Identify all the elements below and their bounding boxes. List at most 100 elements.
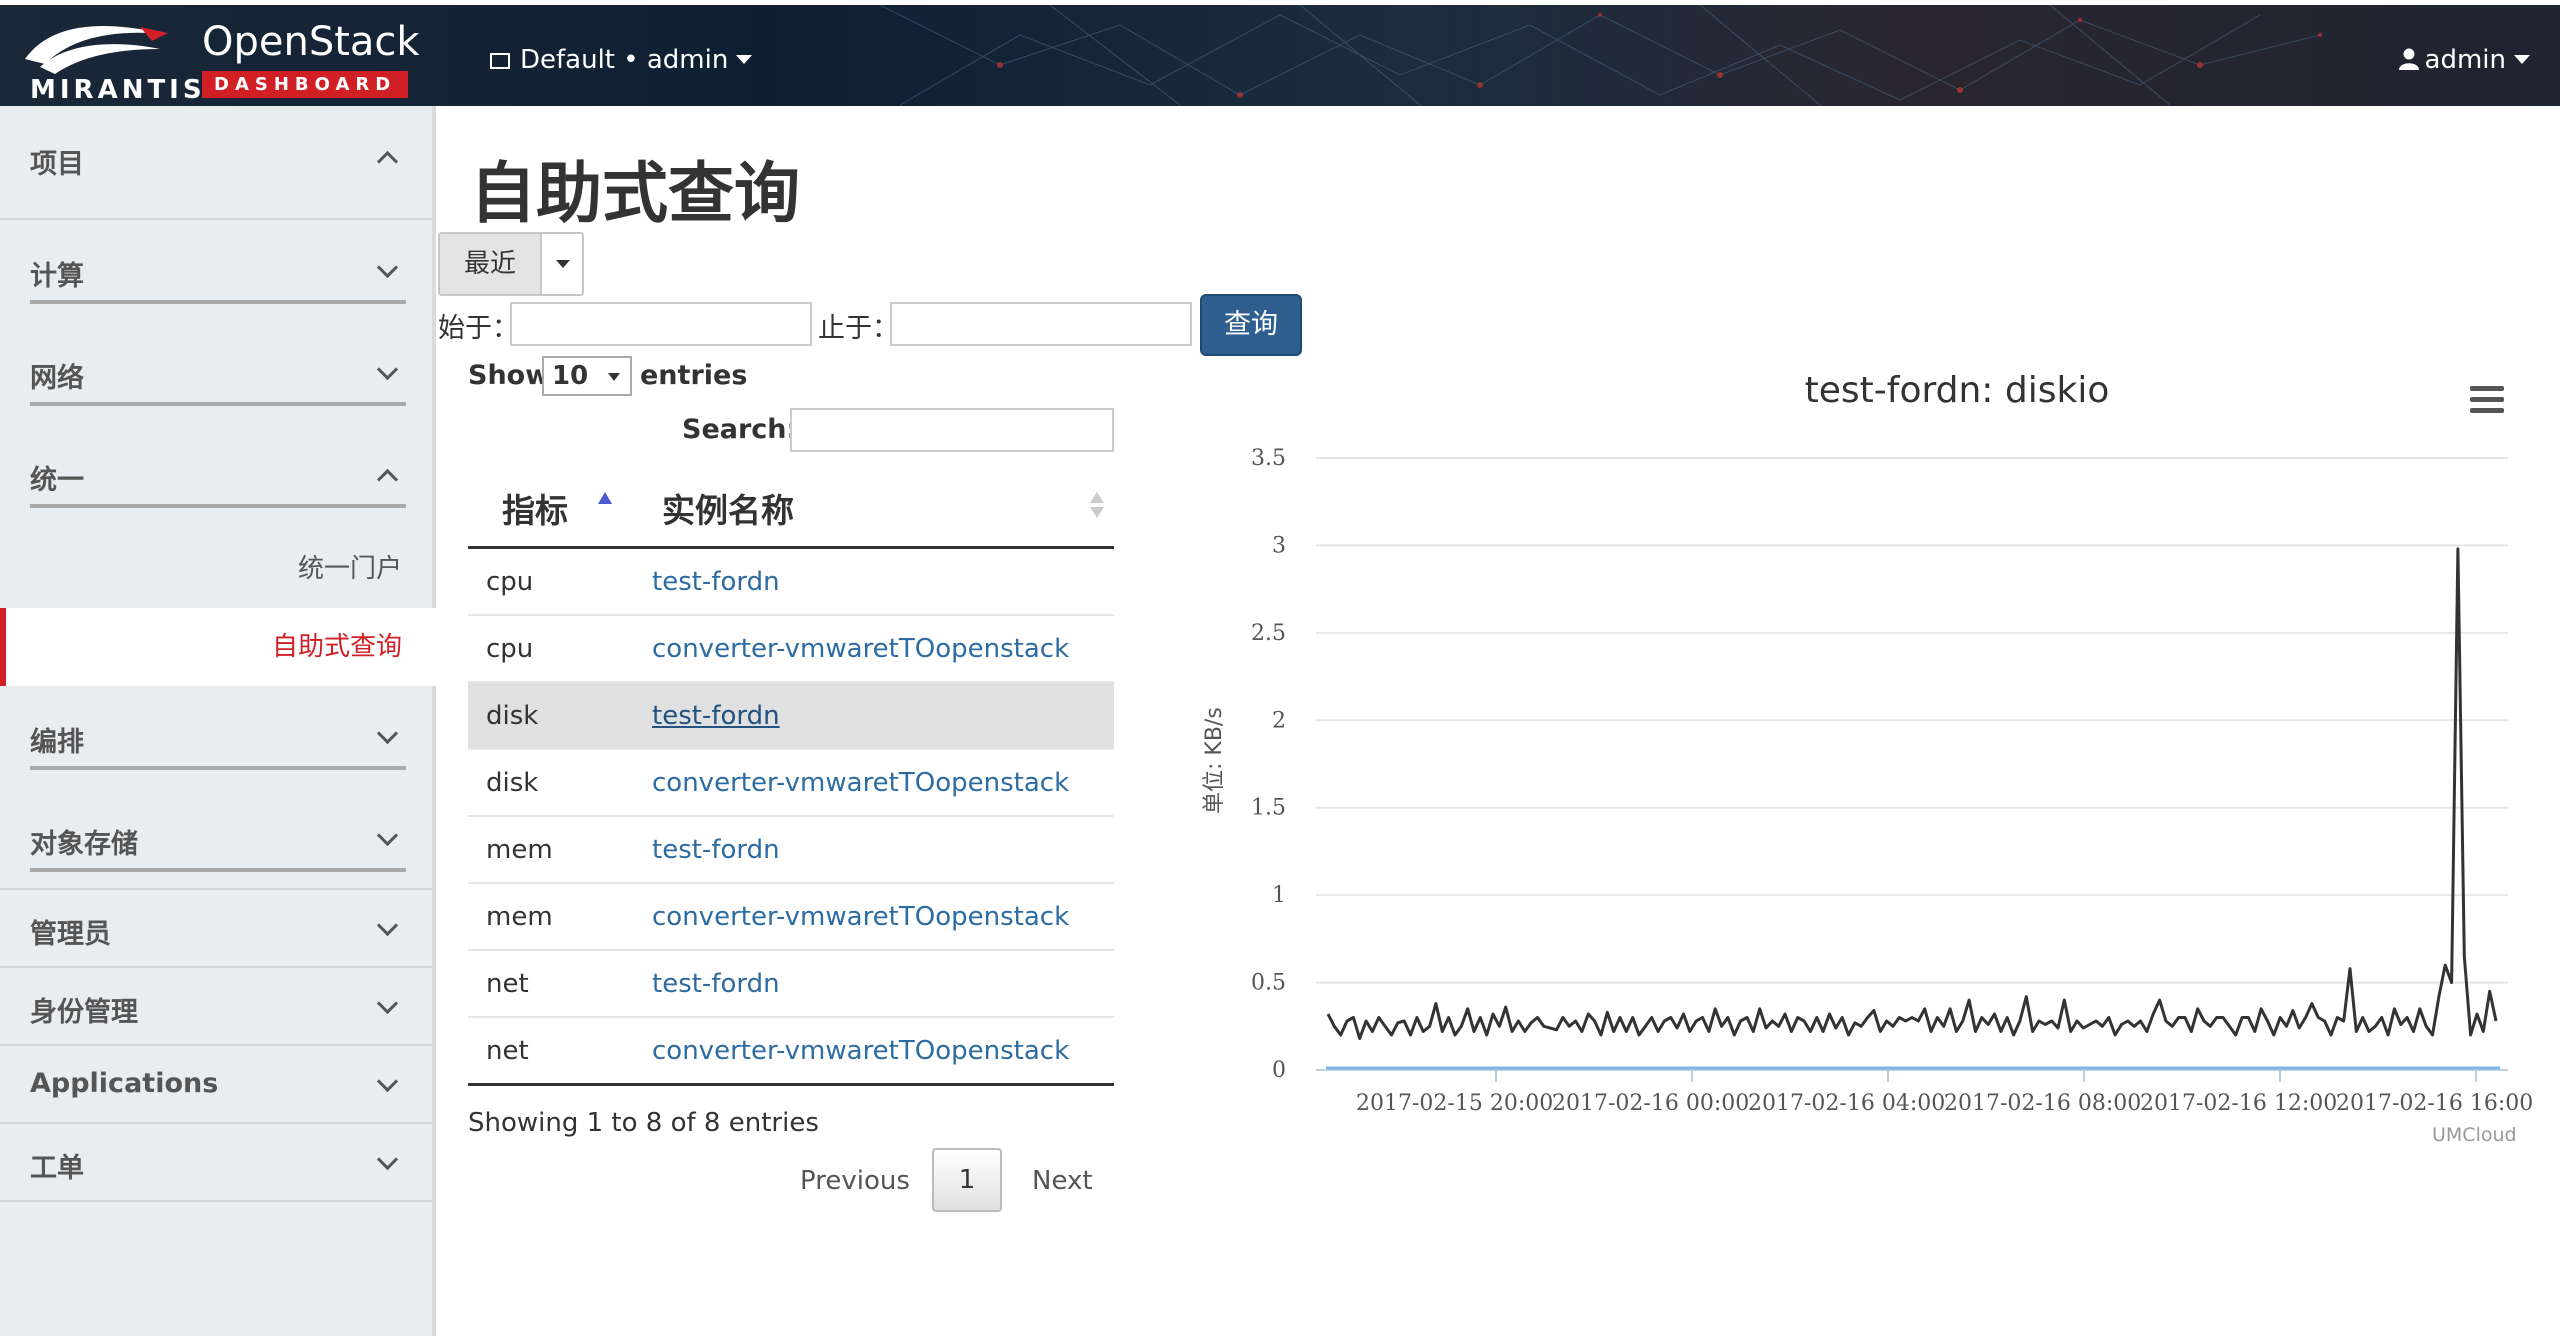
cell-metric: cpu <box>468 546 652 615</box>
series-line-diskio <box>1326 547 2498 1040</box>
y-tick-label: 0.5 <box>1251 971 1286 996</box>
cell-metric: cpu <box>468 614 652 682</box>
range-button[interactable]: 最近 <box>440 234 542 294</box>
cell-instance: converter-vmwaretTOopenstack <box>652 748 1114 816</box>
column-header-instance[interactable]: 实例名称 <box>652 470 1114 549</box>
sidebar-item-label: 网络 <box>30 363 84 394</box>
sidebar-item-orchestration[interactable]: 编排 <box>0 716 432 786</box>
chevron-down-icon <box>376 1070 399 1093</box>
sidebar-item-label: Applications <box>30 1068 219 1099</box>
cell-metric: net <box>468 1016 652 1086</box>
instance-link[interactable]: test-fordn <box>652 567 780 597</box>
table-row: disk converter-vmwaretTOopenstack <box>468 748 1114 816</box>
chevron-down-icon <box>376 914 399 937</box>
pagination-previous[interactable]: Previous <box>800 1166 910 1196</box>
pagination-page[interactable]: 1 <box>932 1148 1002 1212</box>
sidebar-item-identity[interactable]: 身份管理 <box>0 990 432 1040</box>
sidebar-item-tickets[interactable]: 工单 <box>0 1146 432 1196</box>
chevron-down-icon <box>376 256 399 279</box>
chart-menu-button[interactable] <box>2470 386 2504 414</box>
y-tick-label: 0 <box>1272 1058 1286 1083</box>
chart-credit[interactable]: UMCloud <box>2432 1124 2517 1146</box>
chevron-down-icon <box>376 824 399 847</box>
table-row: net test-fordn <box>468 949 1114 1017</box>
instance-link[interactable]: converter-vmwaretTOopenstack <box>652 634 1069 664</box>
table-info: Showing 1 to 8 of 8 entries <box>468 1108 819 1138</box>
sidebar-item-applications[interactable]: Applications <box>0 1068 432 1118</box>
sidebar-item-unified[interactable]: 统一 <box>0 454 432 524</box>
caret-down-icon[interactable] <box>556 260 570 268</box>
y-tick-label: 1.5 <box>1251 796 1286 821</box>
y-tick-label: 2.5 <box>1251 621 1286 646</box>
sidebar-item-admin[interactable]: 管理员 <box>0 912 432 962</box>
user-menu-label: admin <box>2424 45 2506 75</box>
table-row-selected: disk test-fordn <box>468 681 1114 749</box>
table-row: cpu test-fordn <box>468 546 1114 615</box>
cell-instance: converter-vmwaretTOopenstack <box>652 882 1114 950</box>
sidebar: 项目 计算 网络 统一 统一门户 自助式查询 编排 对象存储 管理员 身份管理 <box>0 106 436 1336</box>
show-label: Show <box>468 360 551 391</box>
x-tick-label: 2017-02-16 04:00 <box>1748 1091 1945 1116</box>
cell-instance: test-fordn <box>652 815 1114 883</box>
cell-instance: converter-vmwaretTOopenstack <box>652 614 1114 682</box>
x-tick-label: 2017-02-16 12:00 <box>2140 1091 2337 1116</box>
column-header-metric[interactable]: 指标 <box>468 470 652 549</box>
instance-link[interactable]: converter-vmwaretTOopenstack <box>652 902 1069 932</box>
instance-link[interactable]: converter-vmwaretTOopenstack <box>652 1036 1069 1066</box>
chart-title: test-fordn: diskio <box>1804 370 2110 411</box>
sidebar-subitem-self-query[interactable]: 自助式查询 <box>272 626 402 663</box>
sidebar-item-label: 项目 <box>30 149 84 180</box>
chevron-up-icon <box>376 150 399 173</box>
sort-asc-icon <box>598 492 612 504</box>
metrics-table: 指标 实例名称 cpu test-fordn cpu converter-vmwar… <box>468 470 1114 1086</box>
from-date-input[interactable] <box>510 302 812 346</box>
chevron-down-icon <box>376 358 399 381</box>
sidebar-item-label: 工单 <box>30 1153 84 1184</box>
cell-instance: test-fordn <box>652 546 1114 615</box>
table-row: net converter-vmwaretTOopenstack <box>468 1016 1114 1086</box>
sidebar-item-project[interactable]: 项目 <box>0 142 432 186</box>
query-button[interactable]: 查询 <box>1200 294 1302 356</box>
instance-link[interactable]: test-fordn <box>652 701 780 731</box>
table-header-row: 指标 实例名称 <box>468 470 1114 549</box>
cell-metric: net <box>468 949 652 1017</box>
openstack-wordmark: OpenStack <box>202 19 420 65</box>
table-row: cpu converter-vmwaretTOopenstack <box>468 614 1114 682</box>
x-tick-label: 2017-02-16 16:00 <box>2336 1091 2533 1116</box>
sidebar-item-compute[interactable]: 计算 <box>0 250 432 320</box>
cell-metric: mem <box>468 815 652 883</box>
y-tick-label: 1 <box>1272 883 1286 908</box>
entries-label: entries <box>640 360 748 391</box>
user-icon <box>2398 48 2419 70</box>
pagination-next[interactable]: Next <box>1032 1166 1093 1196</box>
project-selector[interactable]: Default • admin <box>490 45 753 75</box>
sidebar-item-label: 计算 <box>30 261 84 292</box>
caret-down-icon <box>736 55 753 64</box>
search-input[interactable] <box>790 408 1114 452</box>
cell-metric: disk <box>468 681 652 749</box>
sidebar-subitem-unified-portal[interactable]: 统一门户 <box>298 548 402 585</box>
page-length-select[interactable]: 10 <box>542 356 632 396</box>
user-menu[interactable]: admin <box>2398 45 2530 75</box>
project-selector-label: Default • admin <box>520 45 729 75</box>
range-dropdown[interactable]: 最近 <box>438 232 584 296</box>
sidebar-item-network[interactable]: 网络 <box>0 352 432 422</box>
instance-link[interactable]: test-fordn <box>652 969 780 999</box>
y-tick-label: 2 <box>1272 708 1286 733</box>
instance-link[interactable]: converter-vmwaretTOopenstack <box>652 768 1069 798</box>
sidebar-item-label: 统一 <box>30 465 84 496</box>
cell-instance: test-fordn <box>652 949 1114 1017</box>
sidebar-item-label: 对象存储 <box>30 829 138 860</box>
to-date-input[interactable] <box>890 302 1192 346</box>
chevron-down-icon <box>376 1148 399 1171</box>
y-tick-label: 3 <box>1272 533 1286 558</box>
sidebar-item-label: 管理员 <box>30 919 111 950</box>
table-row: mem converter-vmwaretTOopenstack <box>468 882 1114 950</box>
x-tick-label: 2017-02-16 00:00 <box>1552 1091 1749 1116</box>
instance-link[interactable]: test-fordn <box>652 835 780 865</box>
sidebar-item-label: 身份管理 <box>30 997 138 1028</box>
sidebar-item-object-storage[interactable]: 对象存储 <box>0 818 432 888</box>
sort-both-icon <box>1090 492 1104 518</box>
cell-metric: mem <box>468 882 652 950</box>
x-tick-label: 2017-02-16 08:00 <box>1944 1091 2141 1116</box>
